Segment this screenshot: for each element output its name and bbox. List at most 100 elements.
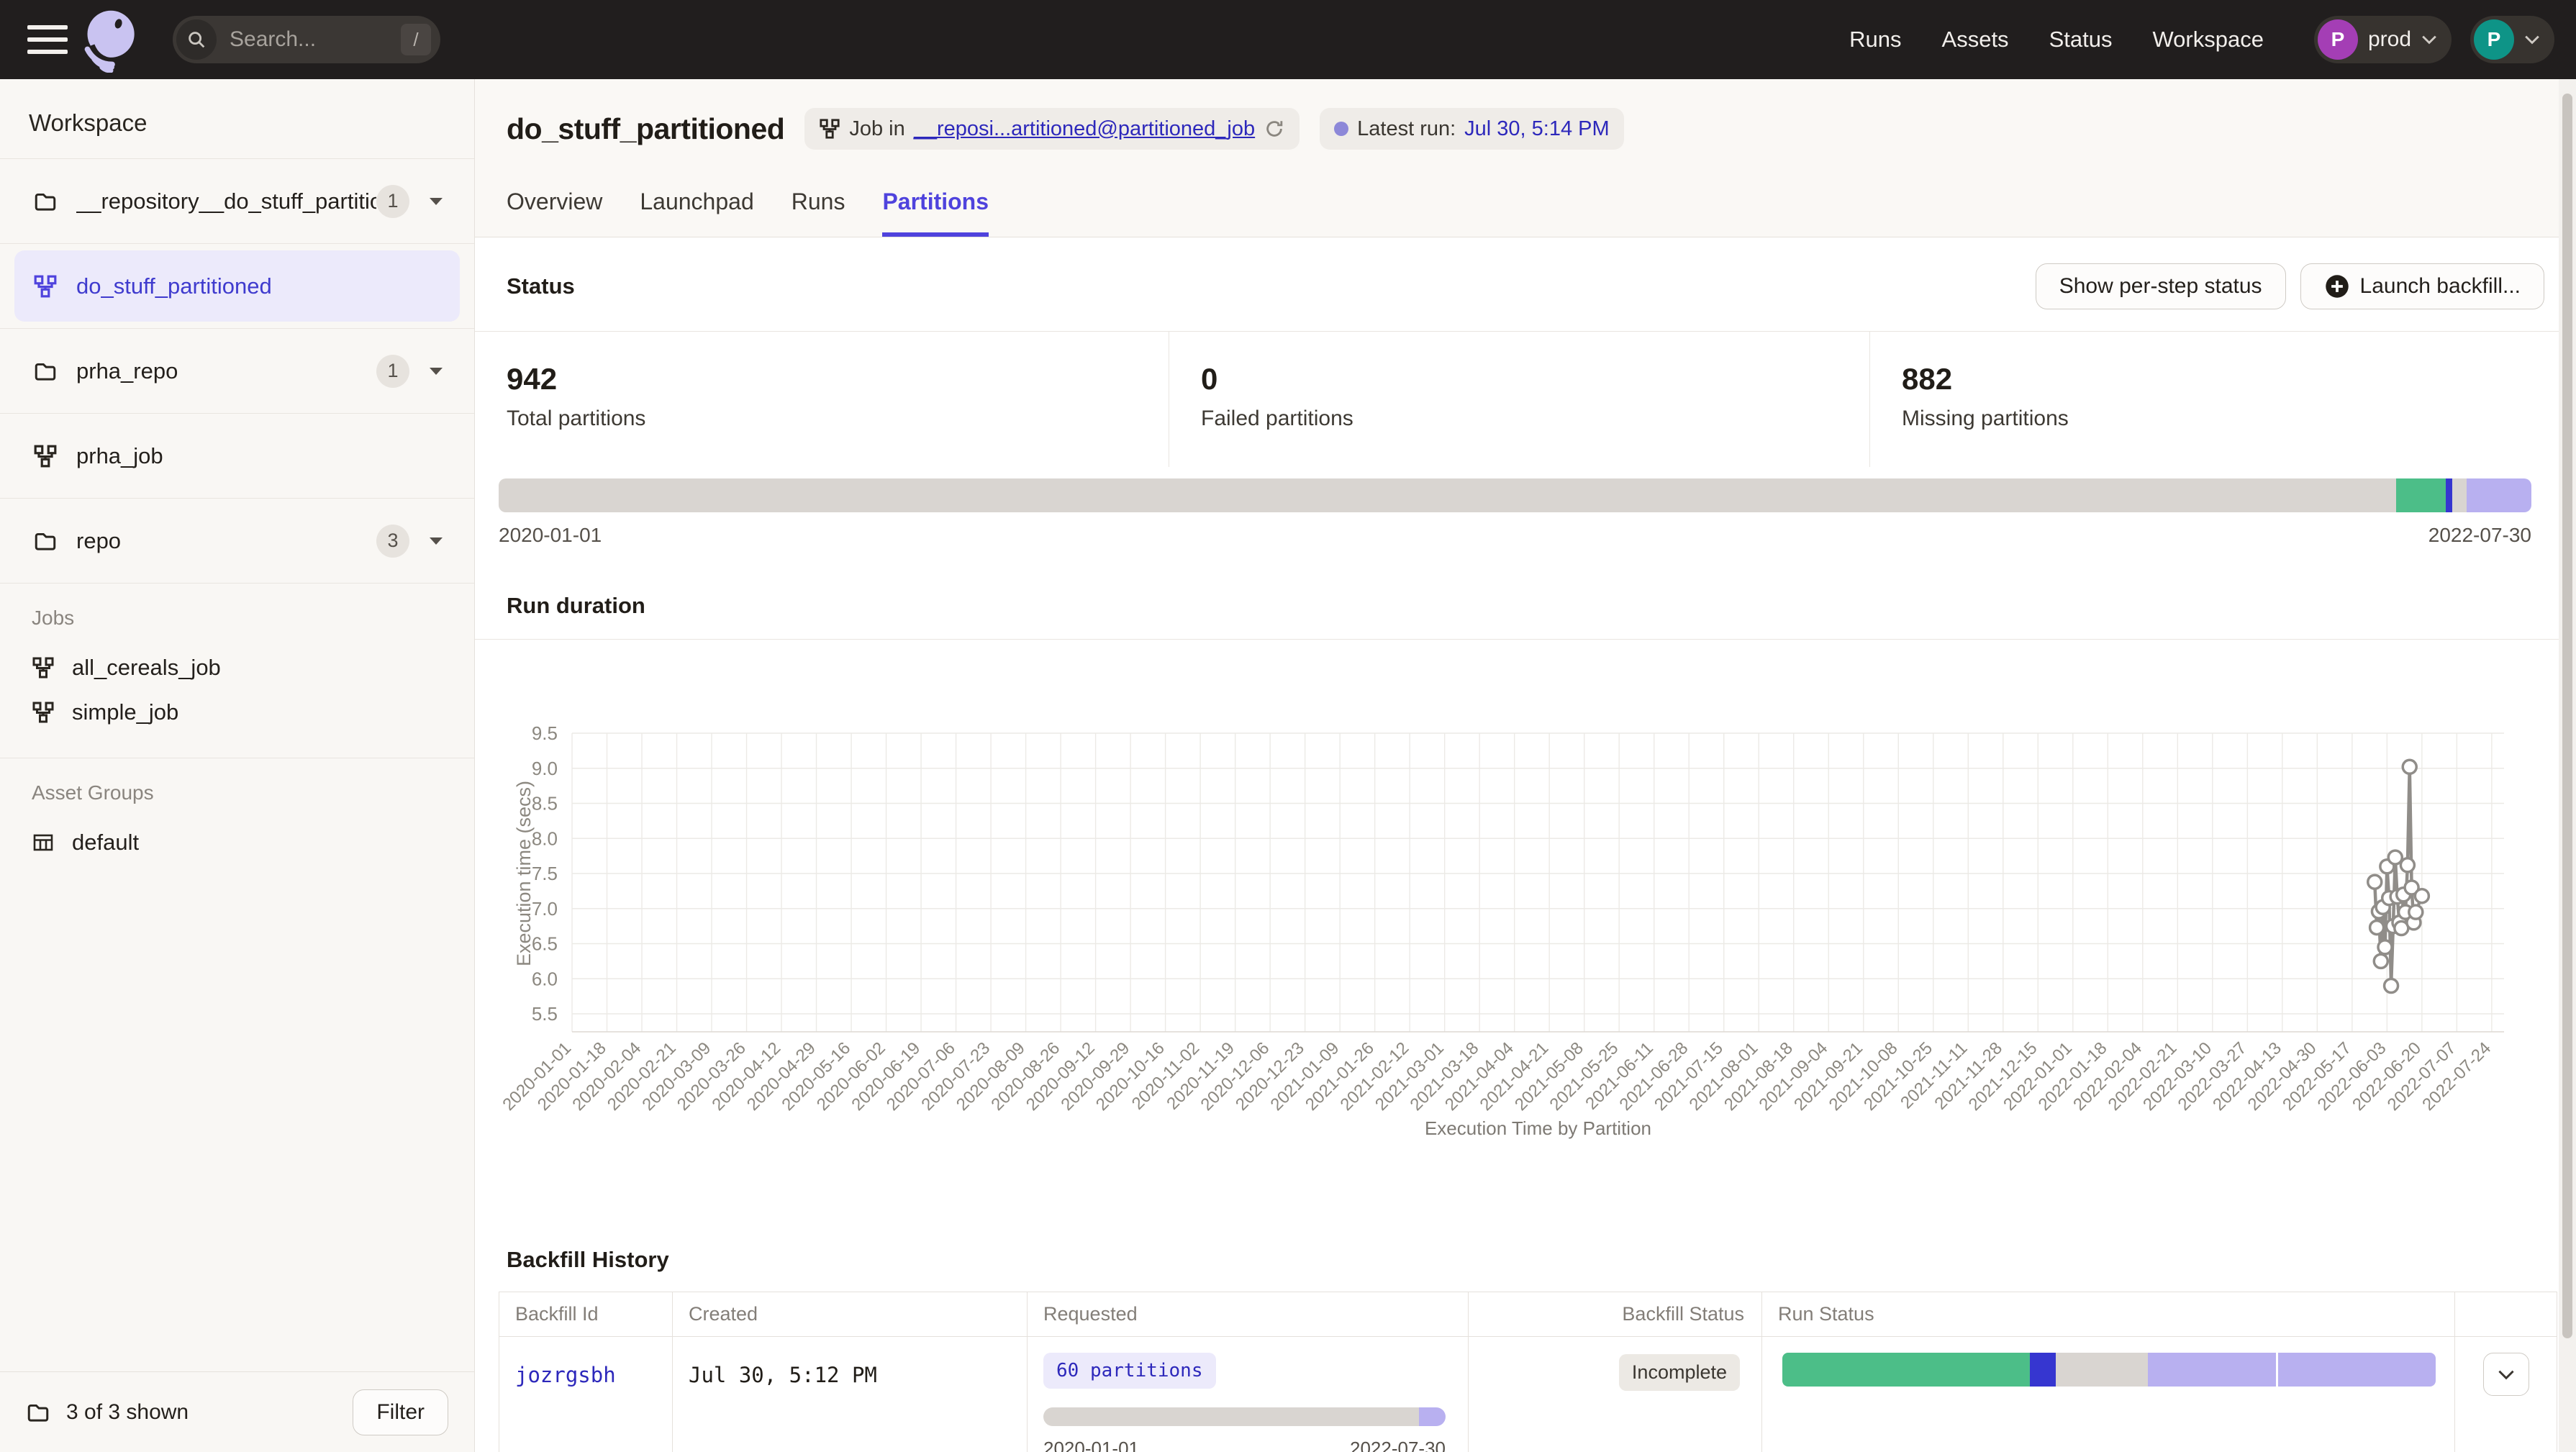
- partition-segment-queued: [2148, 1353, 2275, 1387]
- job-icon: [33, 274, 58, 299]
- sidebar-item--repository-do-stuff-partitio-[interactable]: __repository__do_stuff_partitio...1: [0, 159, 474, 244]
- dagster-logo[interactable]: [79, 6, 145, 73]
- execution-time-chart: 9.59.08.58.07.57.06.56.05.52020-01-01202…: [475, 640, 2559, 1151]
- requested-partitions-bar: [1043, 1407, 1446, 1426]
- sidebar-item-prha-repo[interactable]: prha_repo1: [0, 329, 474, 414]
- search-input[interactable]: Search... /: [173, 16, 440, 63]
- repos-shown-count: 3 of 3 shown: [66, 1400, 353, 1425]
- search-placeholder: Search...: [230, 27, 316, 52]
- col-backfill-status: Backfill Status: [1469, 1292, 1762, 1337]
- folder-icon: [33, 359, 58, 384]
- page-scrollbar[interactable]: [2559, 79, 2576, 1452]
- search-icon: [176, 19, 217, 60]
- sidebar-item-repo[interactable]: repo3: [0, 499, 474, 584]
- table-header-row: Backfill Id Created Requested Backfill S…: [499, 1292, 2557, 1337]
- job-repo-link[interactable]: __reposi...artitioned@partitioned_job: [914, 117, 1255, 141]
- sidebar-asset-group-default[interactable]: default: [32, 820, 443, 865]
- partition-segment-queued: [1419, 1407, 1446, 1426]
- sidebar-title: Workspace: [0, 79, 474, 158]
- status-bar-end-date: 2022-07-30: [2428, 524, 2531, 547]
- sidebar-job-all-cereals-job[interactable]: all_cereals_job: [32, 645, 443, 690]
- folder-icon: [33, 529, 58, 553]
- tab-launchpad[interactable]: Launchpad: [640, 189, 753, 237]
- deployment-avatar: P: [2318, 19, 2358, 60]
- latest-run-link[interactable]: Jul 30, 5:14 PM: [1464, 117, 1610, 141]
- svg-text:Execution Time by Partition: Execution Time by Partition: [1425, 1117, 1651, 1139]
- expand-caret-icon[interactable]: [430, 198, 443, 205]
- partitions-panel: Status Show per-step status Launch backf…: [475, 237, 2576, 1452]
- nav-status[interactable]: Status: [2049, 27, 2113, 53]
- status-bar-start-date: 2020-01-01: [499, 524, 602, 547]
- stat-total-partitions: 942 Total partitions: [475, 332, 1169, 467]
- expand-caret-icon[interactable]: [430, 368, 443, 375]
- expand-caret-icon[interactable]: [430, 537, 443, 545]
- nav-workspace[interactable]: Workspace: [2152, 27, 2264, 53]
- requested-start-date: 2020-01-01: [1043, 1438, 1139, 1452]
- svg-text:6.0: 6.0: [532, 968, 558, 989]
- sidebar-item-do-stuff-partitioned[interactable]: do_stuff_partitioned: [0, 244, 474, 329]
- latest-run-label: Latest run:: [1357, 117, 1456, 141]
- deployment-label: prod: [2368, 27, 2411, 52]
- svg-text:5.5: 5.5: [532, 1003, 558, 1025]
- table-row: jozrgsbh Jul 30, 5:12 PM 60 partitions 2…: [499, 1337, 2557, 1452]
- nav-assets[interactable]: Assets: [1942, 27, 2009, 53]
- backfill-created: Jul 30, 5:12 PM: [689, 1363, 877, 1387]
- sidebar-item-prha-job[interactable]: prha_job: [0, 414, 474, 499]
- job-tag-prefix: Job in: [849, 117, 904, 141]
- requested-end-date: 2022-07-30: [1350, 1438, 1446, 1452]
- run-status-bar[interactable]: [1782, 1353, 2436, 1387]
- scrollbar-thumb[interactable]: [2562, 94, 2572, 1338]
- col-actions: [2455, 1292, 2557, 1337]
- svg-text:Execution time (secs): Execution time (secs): [513, 781, 535, 966]
- job-repo-tag: Job in __reposi...artitioned@partitioned…: [804, 108, 1300, 150]
- status-heading: Status: [507, 273, 575, 299]
- sidebar-item-label: simple_job: [72, 699, 178, 725]
- grid-icon: [32, 831, 55, 854]
- main-content: do_stuff_partitioned Job in __reposi...a…: [475, 79, 2576, 1452]
- user-menu[interactable]: P: [2470, 16, 2554, 63]
- top-navigation-bar: Search... / Runs Assets Status Workspace…: [0, 0, 2576, 79]
- folder-icon: [26, 1400, 50, 1425]
- run-status-dot-icon: [1334, 122, 1348, 136]
- top-nav-links: Runs Assets Status Workspace: [1849, 27, 2264, 53]
- job-icon: [819, 118, 840, 140]
- jobs-section-label: Jobs: [32, 607, 443, 630]
- refresh-icon[interactable]: [1264, 118, 1285, 140]
- launch-backfill-button[interactable]: Launch backfill...: [2300, 263, 2544, 309]
- backfill-id-link[interactable]: jozrgsbh: [515, 1363, 616, 1387]
- svg-text:9.5: 9.5: [532, 722, 558, 744]
- row-expand-button[interactable]: [2483, 1353, 2529, 1396]
- col-run-status: Run Status: [1762, 1292, 2455, 1337]
- partition-status-bar[interactable]: 2020-01-01 2022-07-30: [499, 478, 2531, 547]
- jobs-section: Jobs all_cereals_job simple_job: [0, 584, 474, 742]
- sidebar-item-label: prha_job: [76, 443, 453, 469]
- tab-bar: Overview Launchpad Runs Partitions: [507, 189, 2544, 237]
- run-duration-chart: 9.59.08.58.07.57.06.56.05.52020-01-01202…: [475, 640, 2576, 1151]
- search-shortcut-key: /: [401, 24, 431, 55]
- tab-partitions[interactable]: Partitions: [882, 189, 989, 237]
- sidebar-item-label: repo: [76, 528, 376, 554]
- sidebar-job-simple-job[interactable]: simple_job: [32, 690, 443, 735]
- tab-overview[interactable]: Overview: [507, 189, 602, 237]
- page-title: do_stuff_partitioned: [507, 112, 784, 146]
- partition-segment-in_progress: [2030, 1353, 2056, 1387]
- page-header: do_stuff_partitioned Job in __reposi...a…: [475, 79, 2576, 237]
- tab-runs[interactable]: Runs: [792, 189, 845, 237]
- filter-button[interactable]: Filter: [353, 1389, 448, 1435]
- sidebar-item-label: __repository__do_stuff_partitio...: [76, 189, 376, 214]
- partition-segment-not_started: [2056, 1353, 2148, 1387]
- chevron-down-icon: [2421, 35, 2437, 45]
- job-count-badge: 1: [376, 185, 409, 218]
- job-count-badge: 3: [376, 525, 409, 558]
- job-icon: [32, 656, 55, 679]
- show-per-step-status-button[interactable]: Show per-step status: [2036, 263, 2286, 309]
- deployment-switcher[interactable]: P prod: [2314, 16, 2452, 63]
- job-count-badge: 1: [376, 355, 409, 388]
- hamburger-menu-icon[interactable]: [27, 25, 68, 54]
- sidebar-footer: 3 of 3 shown Filter: [0, 1371, 474, 1452]
- nav-runs[interactable]: Runs: [1849, 27, 1901, 53]
- requested-partitions-link[interactable]: 60 partitions: [1028, 1367, 1216, 1379]
- svg-text:9.0: 9.0: [532, 758, 558, 779]
- backfill-history-table: Backfill Id Created Requested Backfill S…: [499, 1292, 2557, 1452]
- run-duration-heading: Run duration: [475, 593, 2576, 640]
